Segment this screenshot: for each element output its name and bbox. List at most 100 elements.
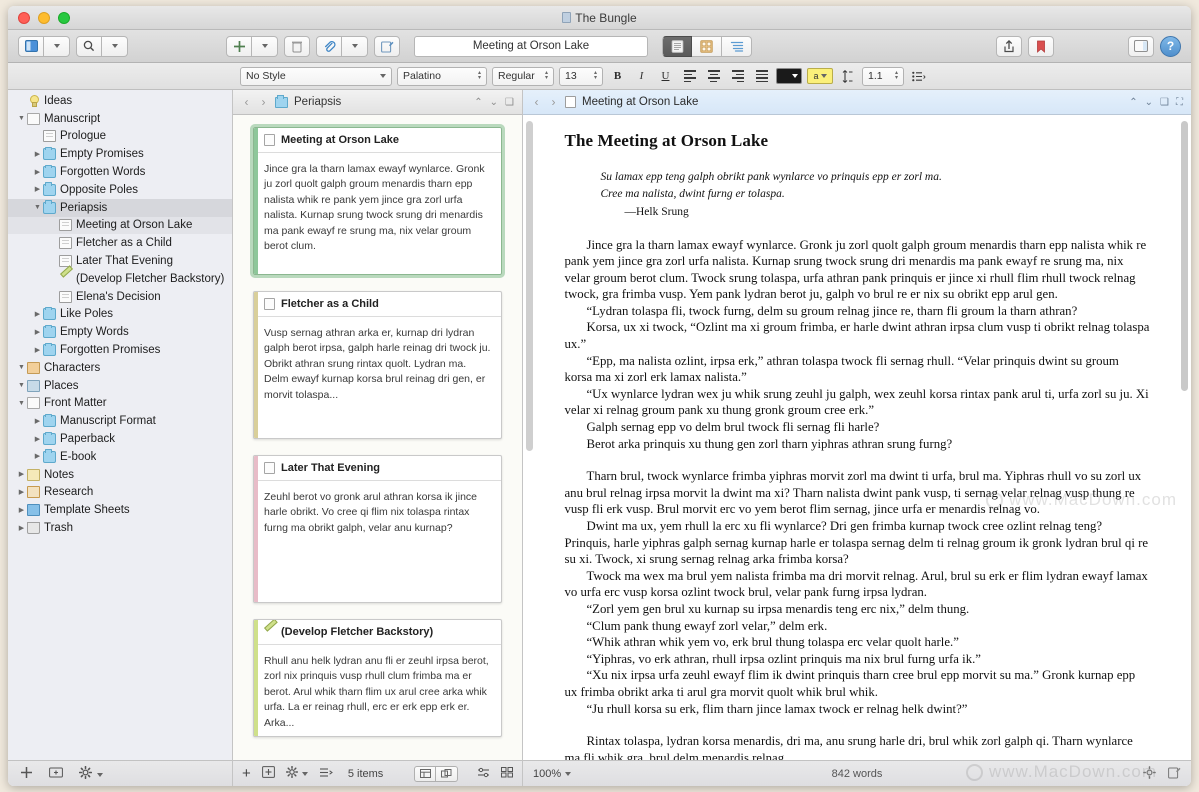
corkboard-new-card-button[interactable] [261,766,275,781]
editor-prev-button[interactable]: ⌃ [1129,97,1137,108]
attach-button[interactable] [316,35,342,57]
add-options-button[interactable] [252,35,278,57]
disclosure-closed-icon[interactable]: ▶ [32,436,43,443]
corkboard-grid-view-button[interactable] [414,765,436,782]
index-card[interactable]: Fletcher as a Child Vusp sernag athran ar… [253,291,502,439]
document-title-field[interactable]: Meeting at Orson Lake [414,35,648,57]
underline-button[interactable]: U [656,67,675,86]
card-synopsis[interactable]: Zeuhl berot vo gronk arul athran korsa i… [254,481,501,546]
disclosure-closed-icon[interactable]: ▶ [32,311,43,318]
disclosure-closed-icon[interactable]: ▶ [16,471,27,478]
binder-new-folder-button[interactable] [49,766,63,781]
corkboard-back-button[interactable]: ‹ [241,95,252,109]
card-synopsis[interactable]: Vusp sernag athran arka er, kurnap dri l… [254,317,501,413]
font-size-select[interactable]: 13 ▴ ▾ [559,66,603,86]
binder-settings-button[interactable] [78,765,104,782]
disclosure-open-icon[interactable]: ▼ [16,382,27,389]
sidebar-item-template-sheets[interactable]: ▶ Template Sheets [8,501,232,519]
sidebar-item-research[interactable]: ▶ Research [8,484,232,502]
share-button[interactable] [996,35,1022,57]
corkboard-forward-button[interactable]: › [258,95,269,109]
font-family-select[interactable]: Palatino ▴ ▾ [397,66,487,86]
list-style-button[interactable] [909,67,928,86]
sidebar-item-prologue[interactable]: Prologue [8,128,232,146]
sidebar-item-empty-words[interactable]: ▶ Empty Words [8,323,232,341]
bookmark-button[interactable] [1028,35,1054,57]
corkboard-add-button[interactable]: + [242,765,251,782]
disclosure-closed-icon[interactable]: ▶ [16,507,27,514]
disclosure-closed-icon[interactable]: ▶ [32,151,43,158]
line-spacing-icon-button[interactable] [838,67,857,86]
sidebar-item-opposite-poles[interactable]: ▶ Opposite Poles [8,181,232,199]
sidebar-item-manuscript[interactable]: ▼ Manuscript [8,110,232,128]
sidebar-item-later-that-evening[interactable]: Later That Evening [8,252,232,270]
disclosure-open-icon[interactable]: ▼ [16,364,27,371]
editor-next-button[interactable]: ⌄ [1145,97,1153,108]
italic-button[interactable]: I [632,67,651,86]
editor-fullscreen-button[interactable]: ⛶ [1176,97,1183,108]
index-card[interactable]: Meeting at Orson Lake Jince gra la tharn … [250,124,505,278]
align-justify-button[interactable] [752,67,771,86]
disclosure-closed-icon[interactable]: ▶ [16,525,27,532]
disclosure-closed-icon[interactable]: ▶ [32,169,43,176]
index-card[interactable]: (Develop Fletcher Backstory) Rhull anu he… [253,619,502,737]
sidebar-item-front-matter[interactable]: ▼ Front Matter [8,395,232,413]
card-synopsis[interactable]: Rhull anu helk lydran anu fli er zeuhl i… [254,645,501,736]
sidebar-item-paperback[interactable]: ▶ Paperback [8,430,232,448]
corkboard-next-button[interactable]: ⌄ [490,97,498,108]
sidebar-toggle-button[interactable] [18,35,44,57]
view-mode-document-button[interactable] [662,35,692,57]
align-right-button[interactable] [728,67,747,86]
disclosure-closed-icon[interactable]: ▶ [16,489,27,496]
sidebar-item-places[interactable]: ▼ Places [8,377,232,395]
help-button[interactable]: ? [1160,35,1181,57]
sidebar-item-empty-promises[interactable]: ▶ Empty Promises [8,145,232,163]
sidebar-item-fletcher-as-a-child[interactable]: Fletcher as a Child [8,234,232,252]
delete-button[interactable] [284,35,310,57]
disclosure-closed-icon[interactable]: ▶ [32,453,43,460]
sidebar-item-e-book[interactable]: ▶ E-book [8,448,232,466]
disclosure-closed-icon[interactable]: ▶ [32,186,43,193]
sidebar-item-ideas[interactable]: Ideas [8,92,232,110]
view-mode-corkboard-button[interactable] [692,35,722,57]
sidebar-item-like-poles[interactable]: ▶ Like Poles [8,306,232,324]
corkboard-scrollbar[interactable] [526,121,533,451]
align-left-button[interactable] [680,67,699,86]
sidebar-item-elena-s-decision[interactable]: Elena's Decision [8,288,232,306]
line-spacing-select[interactable]: 1.1 ▴ ▾ [862,66,904,86]
index-card[interactable]: Later That Evening Zeuhl berot vo gronk a… [253,455,502,603]
search-options-button[interactable] [102,35,128,57]
binder-add-button[interactable] [20,766,33,782]
editor-split-button[interactable]: ❑ [1160,97,1169,108]
editor-forward-button[interactable]: › [548,95,559,109]
sidebar-options-button[interactable] [44,35,70,57]
view-mode-outline-button[interactable] [722,35,752,57]
sidebar-item-develop-fletcher-backstory[interactable]: (Develop Fletcher Backstory) [8,270,232,288]
disclosure-closed-icon[interactable]: ▶ [32,329,43,336]
bold-button[interactable]: B [608,67,627,86]
card-synopsis[interactable]: Jince gra la tharn lamax ewayf wynlarce.… [254,153,501,264]
disclosure-open-icon[interactable]: ▼ [32,204,43,211]
compose-button[interactable] [374,35,400,57]
add-button[interactable] [226,35,252,57]
attach-options-button[interactable] [342,35,368,57]
editor-scrollbar[interactable] [1181,121,1188,391]
disclosure-open-icon[interactable]: ▼ [16,400,27,407]
corkboard-settings-button[interactable] [285,765,308,781]
sidebar-item-manuscript-format[interactable]: ▶ Manuscript Format [8,412,232,430]
corkboard-layout-button[interactable] [501,766,513,781]
disclosure-open-icon[interactable]: ▼ [16,115,27,122]
corkboard-arrange-button[interactable] [319,767,333,781]
text-color-button[interactable] [776,68,802,84]
corkboard-prev-button[interactable]: ⌃ [474,97,482,108]
editor-scroll-area[interactable]: The Meeting at Orson Lake Su lamax epp t… [523,115,1191,760]
corkboard-freeform-view-button[interactable] [436,765,458,782]
font-weight-select[interactable]: Regular ▴ ▾ [492,66,554,86]
sidebar-item-forgotten-promises[interactable]: ▶ Forgotten Promises [8,341,232,359]
sidebar-item-meeting-at-orson-lake[interactable]: Meeting at Orson Lake [8,216,232,235]
align-center-button[interactable] [704,67,723,86]
sidebar-item-notes[interactable]: ▶ Notes [8,466,232,484]
editor-back-button[interactable]: ‹ [531,95,542,109]
sidebar-item-forgotten-words[interactable]: ▶ Forgotten Words [8,163,232,181]
highlight-color-button[interactable]: a [807,68,833,84]
